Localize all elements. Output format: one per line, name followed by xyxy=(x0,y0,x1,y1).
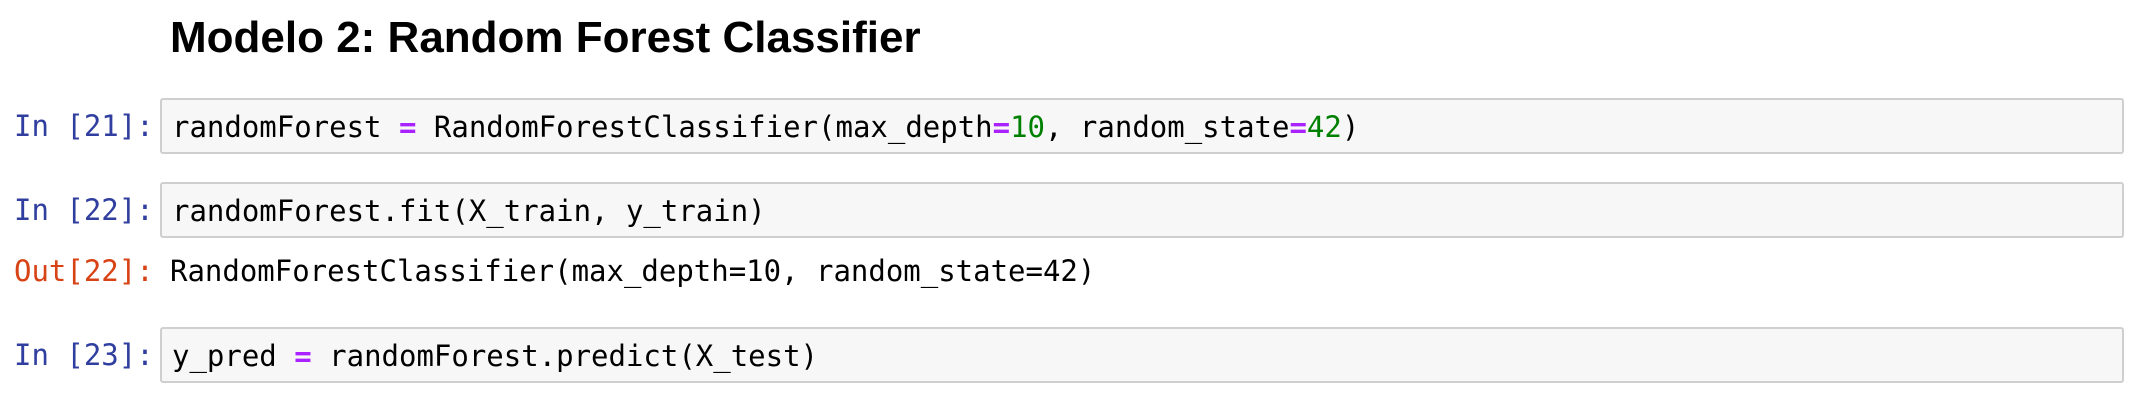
cell-22-code-input[interactable]: randomForest.fit(X_train, y_train) xyxy=(160,182,2124,238)
cell-22-in-prompt: In [22]: xyxy=(14,193,154,227)
number-literal: 10 xyxy=(1010,110,1046,144)
cell-22-out-prompt: Out[22]: xyxy=(14,254,154,288)
cell-22-output: RandomForestClassifier(max_depth=10, ran… xyxy=(170,254,1096,288)
cell-23-code-input[interactable]: y_pred = randomForest.predict(X_test) xyxy=(160,327,2124,383)
assignment-operator: = xyxy=(398,110,417,144)
cell-21-in-prompt: In [21]: xyxy=(14,109,154,143)
keyword-equals-operator: = xyxy=(992,110,1011,144)
code-text: y_pred xyxy=(172,339,295,373)
code-text: randomForest.predict(X_test) xyxy=(311,339,819,373)
code-text: randomForest xyxy=(172,110,399,144)
code-text: RandomForestClassifier(max_depth xyxy=(416,110,993,144)
keyword-equals-operator: = xyxy=(1289,110,1307,144)
cell-21-code-line: randomForest = RandomForestClassifier(ma… xyxy=(172,107,1359,147)
number-literal: 42 xyxy=(1306,110,1342,144)
code-text: , random_state xyxy=(1045,110,1290,144)
cell-23-in-prompt: In [23]: xyxy=(14,338,154,372)
code-text: randomForest.fit(X_train, y_train) xyxy=(172,194,766,228)
section-heading: Modelo 2: Random Forest Classifier xyxy=(170,13,921,62)
cell-22-code-line: randomForest.fit(X_train, y_train) xyxy=(172,191,766,231)
code-text: ) xyxy=(1341,110,1360,144)
cell-21-code-input[interactable]: randomForest = RandomForestClassifier(ma… xyxy=(160,98,2124,154)
cell-23-code-line: y_pred = randomForest.predict(X_test) xyxy=(172,336,818,376)
assignment-operator: = xyxy=(294,339,312,373)
